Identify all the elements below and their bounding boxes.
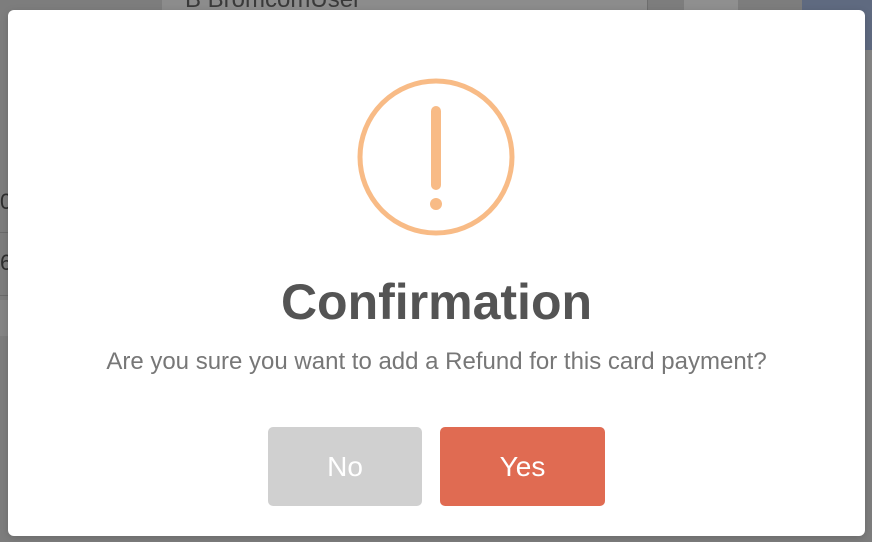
no-button[interactable]: No — [268, 427, 422, 506]
dialog-message: Are you sure you want to add a Refund fo… — [106, 348, 767, 375]
warning-exclamation-icon — [357, 78, 515, 236]
background-table-cell: 6 — [0, 233, 8, 296]
yes-button[interactable]: Yes — [440, 427, 605, 506]
background-left-panel — [0, 300, 8, 336]
background-top-block — [684, 0, 738, 10]
background-right-panel — [866, 50, 872, 340]
background-table-cell: 0 — [0, 172, 8, 233]
confirmation-dialog: Confirmation Are you sure you want to ad… — [8, 10, 865, 536]
dialog-title: Confirmation — [280, 274, 593, 330]
